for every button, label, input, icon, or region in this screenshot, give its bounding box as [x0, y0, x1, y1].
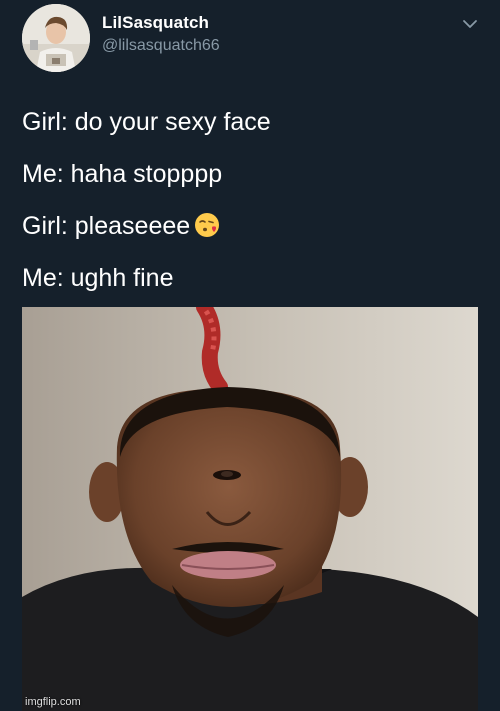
tweet-line: Girl: pleaseeee	[22, 208, 482, 244]
tweet-line: Me: ughh fine	[22, 260, 482, 296]
cyclops-face-photo	[22, 307, 478, 711]
tweet-line-text: Girl: pleaseeee	[22, 212, 191, 240]
imgflip-watermark: imgflip.com	[25, 696, 81, 708]
tweet-text: Girl: do your sexy face Me: haha stopppp…	[22, 104, 482, 312]
tweet-line: Girl: do your sexy face	[22, 104, 482, 140]
author-display-name[interactable]: LilSasquatch	[102, 12, 220, 34]
tweet-line-text: Me: haha stopppp	[22, 160, 223, 188]
tweet-card: LilSasquatch @lilsasquatch66 Girl: do yo…	[0, 0, 500, 711]
tweet-line-text: Girl: do your sexy face	[22, 108, 271, 136]
tweet-line: Me: haha stopppp	[22, 156, 482, 192]
tweet-line-text: Me: ughh fine	[22, 264, 174, 292]
avatar-image	[22, 4, 90, 72]
author-names: LilSasquatch @lilsasquatch66	[102, 12, 220, 56]
tweet-media-image[interactable]: imgflip.com	[22, 307, 478, 711]
kissing-face-heart-emoji	[194, 212, 220, 238]
author-handle[interactable]: @lilsasquatch66	[102, 36, 220, 56]
avatar[interactable]	[22, 4, 90, 72]
chevron-down-icon[interactable]	[460, 14, 480, 34]
tweet-header: LilSasquatch @lilsasquatch66	[22, 4, 480, 72]
